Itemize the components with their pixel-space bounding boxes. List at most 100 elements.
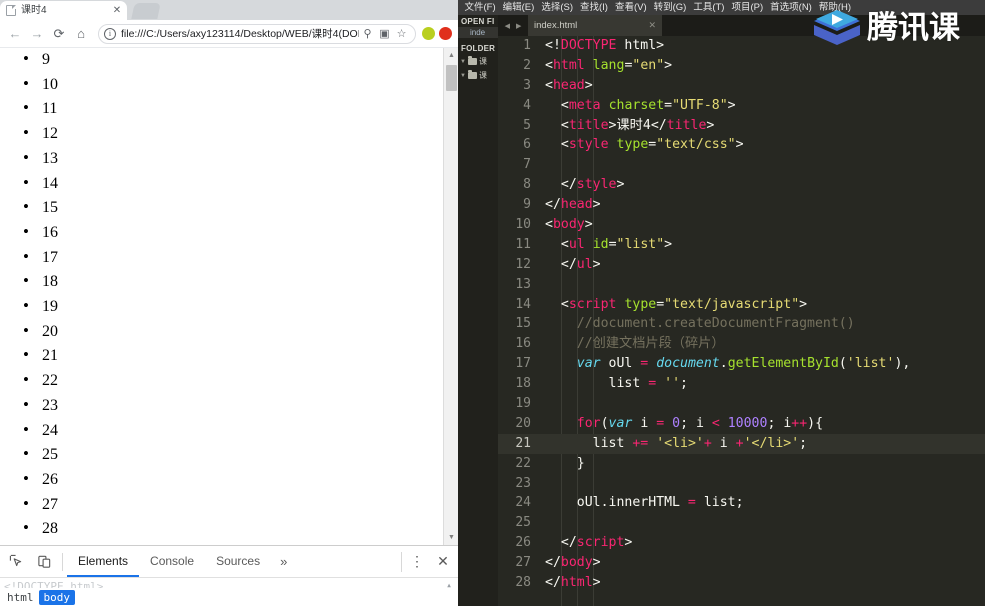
code-line-text: <body> [545, 217, 593, 233]
code-line[interactable]: 3 <head> [498, 76, 985, 96]
code-line[interactable]: 18 list = ''; [498, 374, 985, 394]
code-line-text: </style> [560, 177, 625, 193]
chevron-down-icon[interactable]: ▼ [460, 59, 466, 65]
code-line[interactable]: 21 list += '<li>'+ i +'</li>'; [498, 433, 985, 454]
code-line[interactable]: 12 </ul> [498, 255, 985, 275]
code-line-text: <head> [545, 77, 593, 93]
reload-icon[interactable]: ⟳ [48, 23, 70, 45]
code-line[interactable]: 15 //document.createDocumentFragment() [498, 314, 985, 334]
page-vertical-scrollbar[interactable]: ▲ ▼ [443, 48, 458, 545]
code-line[interactable]: 26 </script> [498, 533, 985, 553]
extension-green-icon[interactable] [420, 27, 437, 40]
devtools-tab-elements[interactable]: Elements [67, 546, 140, 577]
home-icon[interactable]: ⌂ [70, 23, 92, 45]
list-item: 24 [0, 418, 440, 444]
code-line[interactable]: 9 </head> [498, 195, 985, 215]
code-line[interactable]: 23 [498, 474, 985, 494]
code-line[interactable]: 25 [498, 513, 985, 533]
close-icon[interactable]: ✕ [648, 20, 656, 31]
browser-tab[interactable]: 课时4 ✕ [0, 1, 127, 20]
menu-item-e[interactable]: 编辑(E) [499, 0, 538, 15]
scrollbar-thumb[interactable] [446, 65, 457, 91]
code-editor-area[interactable]: 1 <!DOCTYPE html> 2 <html lang="en"> 3 <head>… [498, 36, 985, 606]
devtools-panel: Elements Console Sources » ⋮ ✕ <!DOCTYPE h… [0, 545, 458, 606]
menu-item-i[interactable]: 查找(I) [576, 0, 611, 15]
list-item: 12 [0, 121, 440, 147]
address-bar[interactable]: file:///C:/Users/axy123114/Desktop/WEB/课… [98, 23, 416, 44]
close-icon[interactable]: ✕ [111, 1, 123, 20]
next-tab-icon[interactable]: ▶ [516, 22, 521, 30]
code-line-text: </html> [545, 575, 601, 591]
code-line[interactable]: 28 </html> [498, 573, 985, 593]
device-toolbar-icon[interactable] [30, 548, 58, 576]
line-number: 8 [523, 177, 531, 193]
line-number: 18 [515, 376, 531, 392]
code-line[interactable]: 20 for(var i = 0; i < 10000; i++){ [498, 414, 985, 434]
zoom-icon[interactable]: ⚲ [359, 27, 376, 40]
code-line[interactable]: 13 [498, 275, 985, 295]
editor-sidebar: OPEN FI inde FOLDER ▼ 课 ▼ 课 [458, 15, 498, 606]
list-item: 10 [0, 72, 440, 98]
code-line[interactable]: 22 } [498, 454, 985, 474]
editor-menubar: 文件(F) 编辑(E) 选择(S) 查找(I) 查看(V) 转到(G) 工具(T) 项目(P)… [458, 0, 985, 15]
code-line[interactable]: 17 var oUl = document.getElementById('li… [498, 354, 985, 374]
code-line[interactable]: 1 <!DOCTYPE html> [498, 36, 985, 56]
prev-tab-icon[interactable]: ◀ [505, 22, 510, 30]
extension-red-icon[interactable] [437, 27, 454, 40]
menu-item-h[interactable]: 帮助(H) [815, 0, 854, 15]
breadcrumb-item-html[interactable]: html [2, 590, 39, 605]
page-info-icon[interactable] [104, 27, 116, 40]
code-line[interactable]: 8 </style> [498, 175, 985, 195]
devtools-tab-console[interactable]: Console [139, 546, 205, 577]
sidebar-open-file[interactable]: inde [458, 27, 498, 38]
menu-item-n[interactable]: 首选项(N) [767, 0, 816, 15]
editor-tabbar-empty [662, 15, 985, 36]
browser-tab-title: 课时4 [21, 5, 47, 16]
code-line[interactable]: 19 [498, 394, 985, 414]
sidebar-folder-row[interactable]: ▼ 课 [458, 54, 498, 68]
more-tabs-icon[interactable]: » [271, 546, 296, 577]
editor-tab-index-html[interactable]: index.html ✕ [528, 15, 662, 36]
code-line[interactable]: 5 <title>课时4</title> [498, 116, 985, 136]
menu-item-v[interactable]: 查看(V) [611, 0, 650, 15]
scroll-down-icon[interactable]: ▼ [444, 530, 458, 545]
code-line[interactable]: 7 [498, 155, 985, 175]
bookmark-star-icon[interactable]: ☆ [393, 27, 410, 40]
scroll-up-icon[interactable]: ▲ [444, 48, 458, 63]
devtools-tablist: Elements Console Sources [67, 546, 271, 577]
code-line[interactable]: 6 <style type="text/css"> [498, 135, 985, 155]
code-line[interactable]: 10 <body> [498, 215, 985, 235]
address-bar-url: file:///C:/Users/axy123114/Desktop/WEB/课… [121, 28, 359, 40]
editor-tabbar: ◀ ▶ index.html ✕ [498, 15, 985, 36]
tab-navigation[interactable]: ◀ ▶ [498, 15, 528, 36]
line-number: 3 [523, 77, 531, 93]
code-line[interactable]: 24 oUl.innerHTML = list; [498, 493, 985, 513]
menu-item-f[interactable]: 文件(F) [461, 0, 499, 15]
menu-item-t[interactable]: 工具(T) [690, 0, 728, 15]
code-line[interactable]: 11 <ul id="list"> [498, 235, 985, 255]
list-item: 19 [0, 294, 440, 320]
code-line[interactable]: 16 //创建文档片段（碎片） [498, 334, 985, 354]
menu-item-p[interactable]: 项目(P) [728, 0, 767, 15]
line-number: 11 [515, 236, 531, 252]
devtools-tab-sources[interactable]: Sources [205, 546, 271, 577]
menu-item-s[interactable]: 选择(S) [538, 0, 577, 15]
chevron-down-icon[interactable]: ▼ [460, 73, 466, 79]
list-item: 21 [0, 343, 440, 369]
sidebar-folder-row[interactable]: ▼ 课 [458, 68, 498, 82]
translate-icon[interactable]: ▣ [376, 27, 393, 40]
devtools-close-icon[interactable]: ✕ [430, 548, 456, 576]
devtools-menu-icon[interactable]: ⋮ [404, 548, 430, 576]
inspect-element-icon[interactable] [2, 548, 30, 576]
breadcrumb-item-body[interactable]: body [38, 589, 75, 605]
code-line-text: <!DOCTYPE html> [545, 38, 665, 53]
code-line[interactable]: 27 </body> [498, 553, 985, 573]
code-line[interactable]: 14 <script type="text/javascript"> [498, 295, 985, 315]
code-line[interactable]: 4 <meta charset="UTF-8"> [498, 96, 985, 116]
menu-item-g[interactable]: 转到(G) [650, 0, 690, 15]
forward-icon[interactable]: → [26, 23, 48, 45]
back-icon[interactable]: ← [4, 23, 26, 45]
code-line[interactable]: 2 <html lang="en"> [498, 56, 985, 76]
new-tab-button[interactable] [131, 3, 161, 19]
line-number: 19 [515, 396, 531, 412]
